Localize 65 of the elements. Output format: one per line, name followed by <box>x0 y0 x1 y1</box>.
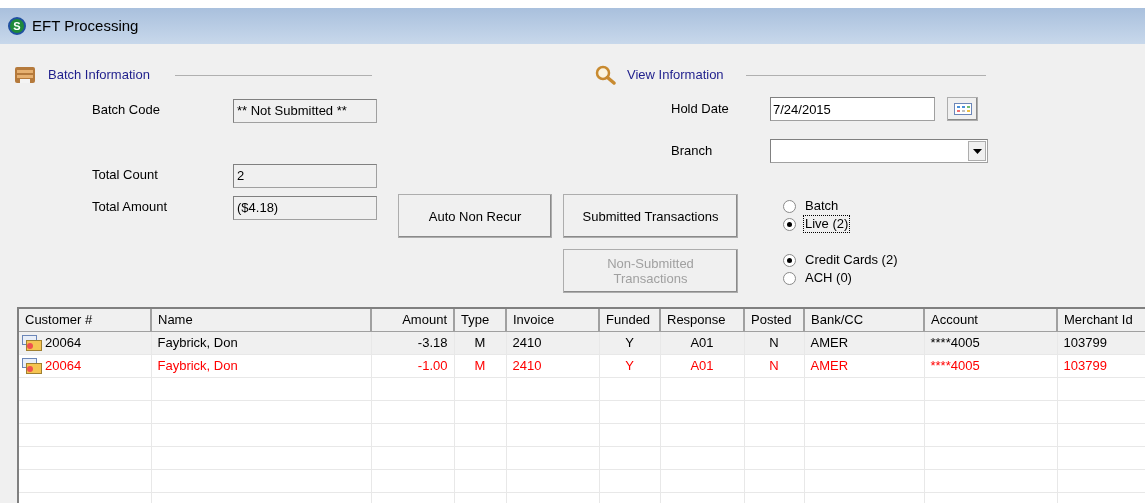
radio-label[interactable]: Credit Cards (2) <box>804 252 899 268</box>
table-cell: AMER <box>810 357 849 373</box>
column-header[interactable]: Response <box>660 309 744 331</box>
window-title: EFT Processing <box>32 15 139 36</box>
table-cell: N <box>769 357 779 373</box>
calendar-icon <box>953 103 972 115</box>
branch-dropdown[interactable] <box>770 139 988 163</box>
field-label: Batch Code <box>92 101 161 119</box>
column-header[interactable]: Type <box>454 309 506 331</box>
column-header[interactable]: Account <box>924 309 1057 331</box>
credit-card-icon <box>22 357 42 374</box>
calendar-button[interactable] <box>947 97 978 121</box>
column-header[interactable]: Amount <box>371 309 454 331</box>
table-cell: 2410 <box>512 334 542 350</box>
column-header[interactable]: Name <box>151 309 371 331</box>
magnifier-icon <box>595 65 617 85</box>
radio-button[interactable] <box>783 199 796 213</box>
app-icon: S <box>8 17 26 35</box>
table-cell: Y <box>625 334 634 350</box>
table-cell: 103799 <box>1063 357 1107 373</box>
column-header[interactable]: Customer # <box>19 309 151 331</box>
column-header[interactable]: Posted <box>744 309 804 331</box>
table-cell: 103799 <box>1063 334 1107 350</box>
section-heading: Batch Information <box>48 66 150 85</box>
radio-button[interactable] <box>783 271 796 285</box>
radio-label[interactable]: Batch <box>804 198 840 214</box>
column-header[interactable]: Invoice <box>506 309 599 331</box>
table-cell-text: 20064 <box>45 356 82 375</box>
radio-label[interactable]: Live (2) <box>804 216 850 232</box>
table-cell: Faybrick, Don <box>157 334 238 350</box>
field-label: Total Amount <box>92 198 169 216</box>
read-only-field: ** Not Submitted ** <box>233 99 377 123</box>
action-button[interactable]: Submitted Transactions <box>563 194 738 238</box>
read-only-field: ($4.18) <box>233 196 377 220</box>
section-heading: View Information <box>627 66 724 85</box>
column-header[interactable]: Funded <box>599 309 660 331</box>
table-cell: 2410 <box>512 357 542 373</box>
table-cell: ****4005 <box>930 334 980 350</box>
table-cell: A01 <box>690 334 714 350</box>
credit-card-icon <box>22 334 42 351</box>
table-row[interactable]: 20064 Faybrick, Don -1.00 M 2410 Y A01 N AMER ****4005 103799 <box>19 354 1145 377</box>
radio-button[interactable] <box>783 253 796 267</box>
table-cell: AMER <box>810 334 849 350</box>
table-cell: Faybrick, Don <box>157 357 238 373</box>
radio-button[interactable] <box>783 217 796 231</box>
column-header[interactable]: Merchant Id <box>1057 309 1145 331</box>
drawer-icon <box>14 65 36 85</box>
table-cell: N <box>769 334 779 350</box>
field-label: Branch <box>671 142 714 161</box>
table-cell: A01 <box>690 357 714 373</box>
table-cell-text: 20064 <box>45 333 82 352</box>
table-cell: -1.00 <box>417 357 448 373</box>
read-only-field: 2 <box>233 164 377 188</box>
radio-label[interactable]: ACH (0) <box>804 270 853 286</box>
field-label: Total Count <box>92 166 159 184</box>
table-cell: Y <box>625 357 634 373</box>
table-cell: -3.18 <box>417 334 448 350</box>
table-cell: ****4005 <box>930 357 980 373</box>
column-header[interactable]: Bank/CC <box>804 309 924 331</box>
action-button[interactable]: Auto Non Recur <box>398 194 552 238</box>
date-field[interactable]: 7/24/2015 <box>770 97 935 121</box>
table-cell: M <box>474 357 486 373</box>
field-label: Hold Date <box>671 100 730 119</box>
table-cell: M <box>474 334 486 350</box>
table-row[interactable]: 20064 Faybrick, Don -3.18 M 2410 Y A01 N AMER ****4005 103799 <box>19 331 1145 354</box>
